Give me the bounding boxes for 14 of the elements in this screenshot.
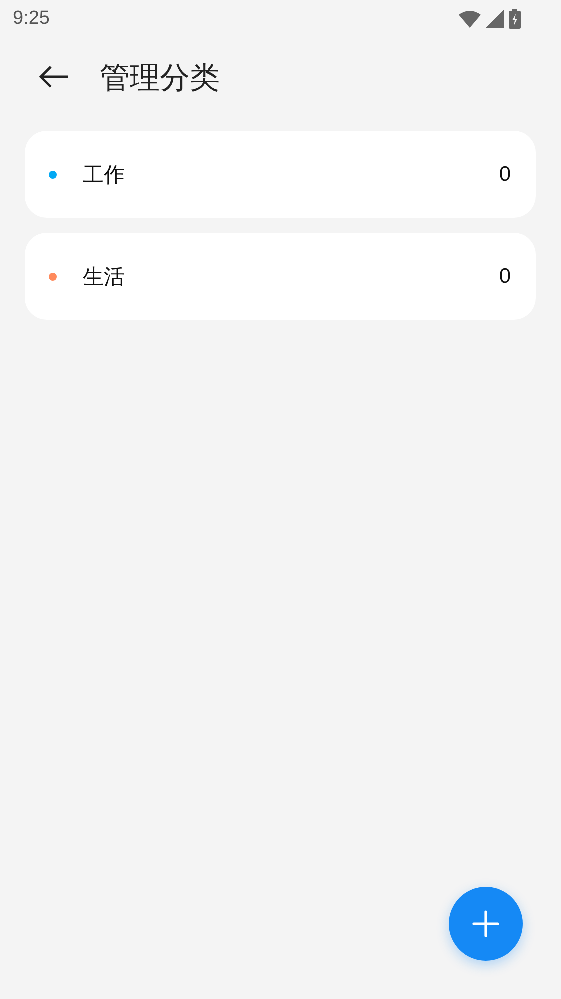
wifi-icon <box>459 10 481 28</box>
category-name: 生活 <box>83 264 125 290</box>
back-arrow-icon <box>38 65 70 89</box>
category-card[interactable]: 生活 0 <box>25 233 536 320</box>
battery-icon <box>509 9 521 29</box>
plus-icon <box>472 910 500 938</box>
signal-icon <box>486 10 504 28</box>
add-button[interactable] <box>449 887 523 961</box>
category-card[interactable]: 工作 0 <box>25 131 536 218</box>
category-count: 0 <box>499 162 511 186</box>
page-title: 管理分类 <box>100 60 220 98</box>
category-count: 0 <box>499 264 511 288</box>
status-time: 9:25 <box>13 8 50 30</box>
category-name: 工作 <box>83 162 125 188</box>
